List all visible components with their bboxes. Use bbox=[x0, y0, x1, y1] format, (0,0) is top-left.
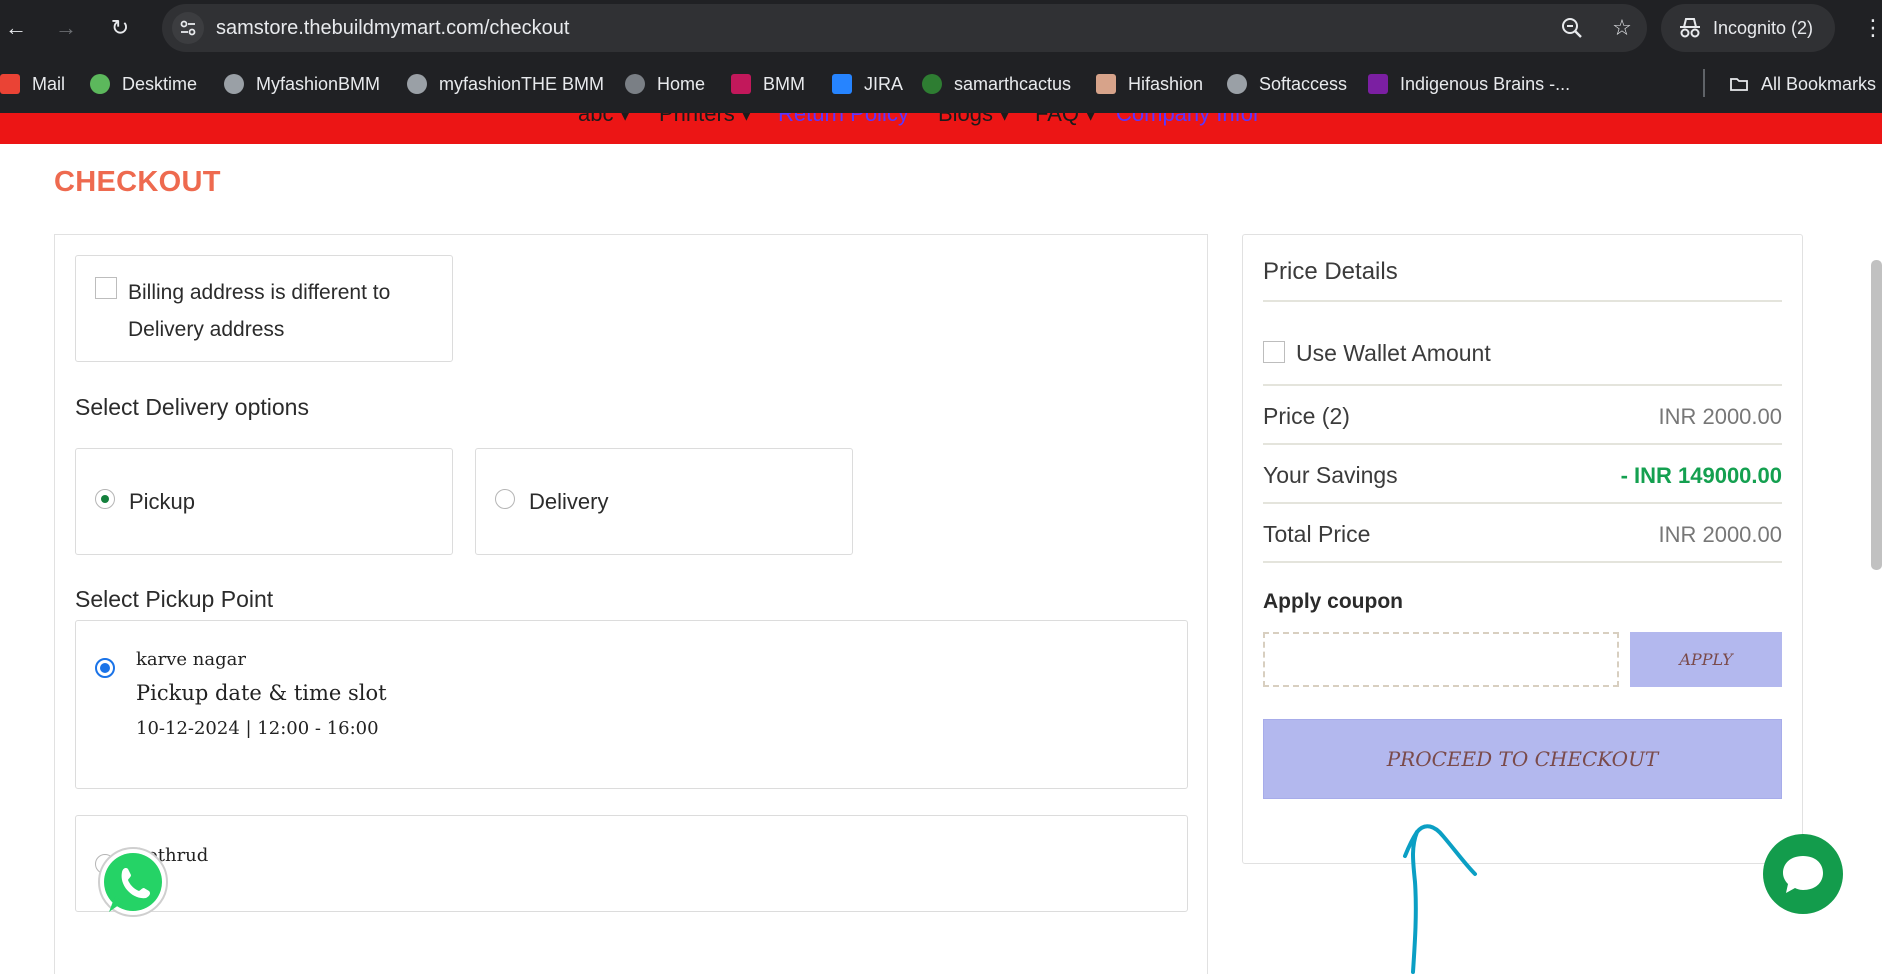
reload-icon[interactable]: ↻ bbox=[106, 14, 134, 42]
pickup-point-heading: Select Pickup Point bbox=[75, 586, 274, 612]
address-bar[interactable]: samstore.thebuildmymart.com/checkout ☆ bbox=[162, 4, 1647, 52]
apply-coupon-heading: Apply coupon bbox=[1263, 590, 1403, 613]
savings-value: - INR 149000.00 bbox=[1620, 463, 1782, 488]
incognito-label: Incognito (2) bbox=[1713, 18, 1814, 38]
back-arrow-icon[interactable]: ← bbox=[2, 14, 30, 42]
divider bbox=[1263, 443, 1782, 445]
pickup-point-card[interactable]: kothrud bbox=[75, 815, 1188, 912]
pickup-option-card[interactable]: Pickup bbox=[75, 448, 453, 555]
bookmark-home[interactable]: Home bbox=[625, 72, 705, 96]
savings-label: Your Savings bbox=[1263, 462, 1398, 488]
bookmarks-bar: Mail Desktime MyfashionBMM myfashionTHE … bbox=[0, 55, 1882, 113]
nav-item-return-policy[interactable]: Return Policy bbox=[778, 113, 909, 127]
globe-icon bbox=[407, 74, 427, 94]
bmm-icon bbox=[731, 74, 751, 94]
delivery-label[interactable]: Delivery bbox=[529, 489, 608, 515]
bookmark-samarthcactus[interactable]: samarthcactus bbox=[922, 72, 1071, 96]
bookmark-star-icon[interactable]: ☆ bbox=[1608, 14, 1636, 42]
bookmark-indigenous-brains[interactable]: Indigenous Brains -... bbox=[1368, 72, 1570, 96]
bookmark-myfashionbmm[interactable]: MyfashionBMM bbox=[224, 72, 380, 96]
total-price-value: INR 2000.00 bbox=[1658, 522, 1782, 547]
apply-coupon-button[interactable]: APPLY bbox=[1630, 632, 1782, 687]
page-scrollbar[interactable] bbox=[1871, 260, 1882, 570]
pickup-label[interactable]: Pickup bbox=[129, 489, 195, 515]
use-wallet-label[interactable]: Use Wallet Amount bbox=[1296, 340, 1491, 367]
indigenous-brains-icon bbox=[1368, 74, 1388, 94]
globe-icon bbox=[625, 74, 645, 94]
chat-button[interactable] bbox=[1763, 834, 1843, 914]
billing-address-checkbox[interactable] bbox=[95, 277, 117, 299]
delivery-options-heading: Select Delivery options bbox=[75, 394, 309, 420]
all-bookmarks[interactable]: All Bookmarks bbox=[1729, 72, 1876, 96]
desktime-icon bbox=[90, 74, 110, 94]
pickup-radio[interactable] bbox=[95, 489, 115, 509]
use-wallet-checkbox[interactable] bbox=[1263, 341, 1285, 363]
bookmark-mail[interactable]: Mail bbox=[0, 72, 65, 96]
divider bbox=[1263, 502, 1782, 504]
cactus-icon bbox=[922, 74, 942, 94]
url-text[interactable]: samstore.thebuildmymart.com/checkout bbox=[216, 17, 569, 40]
bookmark-hifashion[interactable]: Hifashion bbox=[1096, 72, 1203, 96]
billing-address-label[interactable]: Billing address is different to Delivery… bbox=[128, 274, 448, 348]
site-navigation-bar: abc ▾ Printers ▾ Return Policy Blogs ▾ F… bbox=[0, 113, 1882, 144]
bookmark-desktime[interactable]: Desktime bbox=[90, 72, 197, 96]
divider bbox=[1263, 300, 1782, 302]
pickup-slot-value: 10-12-2024 | 12:00 - 16:00 bbox=[136, 718, 379, 739]
divider bbox=[1263, 561, 1782, 563]
site-info-icon[interactable] bbox=[172, 12, 204, 44]
browser-toolbar: ← → ↻ samstore.thebuildmymart.com/checko… bbox=[0, 0, 1882, 55]
bookmark-jira[interactable]: JIRA bbox=[832, 72, 903, 96]
nav-item-company-info[interactable]: Company Infor bbox=[1116, 113, 1260, 127]
pickup-point-name: karve nagar bbox=[136, 649, 246, 670]
pickup-point-card[interactable]: karve nagar Pickup date & time slot 10-1… bbox=[75, 620, 1188, 789]
proceed-to-checkout-button[interactable]: PROCEED TO CHECKOUT bbox=[1263, 719, 1782, 799]
bookmarks-separator bbox=[1703, 69, 1705, 97]
folder-icon bbox=[1730, 78, 1748, 91]
nav-item-faq[interactable]: FAQ ▾ bbox=[1035, 113, 1096, 127]
divider bbox=[1263, 384, 1782, 386]
price-details-title: Price Details bbox=[1263, 258, 1398, 285]
zoom-icon[interactable] bbox=[1558, 14, 1586, 42]
delivery-radio[interactable] bbox=[495, 489, 515, 509]
gmail-icon bbox=[0, 74, 20, 94]
whatsapp-icon[interactable] bbox=[93, 840, 173, 920]
pickup-slot-heading: Pickup date & time slot bbox=[136, 681, 387, 705]
pickup-point-radio[interactable] bbox=[95, 658, 115, 678]
globe-icon bbox=[1227, 74, 1247, 94]
price-value: INR 2000.00 bbox=[1658, 404, 1782, 429]
incognito-button[interactable]: Incognito (2) bbox=[1661, 4, 1835, 52]
jira-icon bbox=[832, 74, 852, 94]
bookmark-myfashion-the-bmm[interactable]: myfashionTHE BMM bbox=[407, 72, 604, 96]
globe-icon bbox=[224, 74, 244, 94]
bookmark-softaccess[interactable]: Softaccess bbox=[1227, 72, 1347, 96]
total-price-label: Total Price bbox=[1263, 521, 1371, 547]
forward-arrow-icon[interactable]: → bbox=[52, 14, 80, 42]
nav-item-printers[interactable]: Printers ▾ bbox=[659, 113, 752, 127]
page-title: CHECKOUT bbox=[54, 166, 221, 198]
price-label: Price (2) bbox=[1263, 403, 1350, 429]
delivery-option-card[interactable]: Delivery bbox=[475, 448, 853, 555]
nav-item-blogs[interactable]: Blogs ▾ bbox=[938, 113, 1010, 127]
hifashion-icon bbox=[1096, 74, 1116, 94]
chat-bubble-icon bbox=[1783, 856, 1823, 893]
bookmark-bmm[interactable]: BMM bbox=[731, 72, 805, 96]
incognito-icon bbox=[1680, 18, 1700, 38]
coupon-input[interactable] bbox=[1263, 632, 1619, 687]
nav-item-abc[interactable]: abc ▾ bbox=[578, 113, 631, 127]
annotation-arrow-icon bbox=[1403, 824, 1477, 974]
browser-menu-icon[interactable]: ⋮ bbox=[1862, 14, 1882, 42]
